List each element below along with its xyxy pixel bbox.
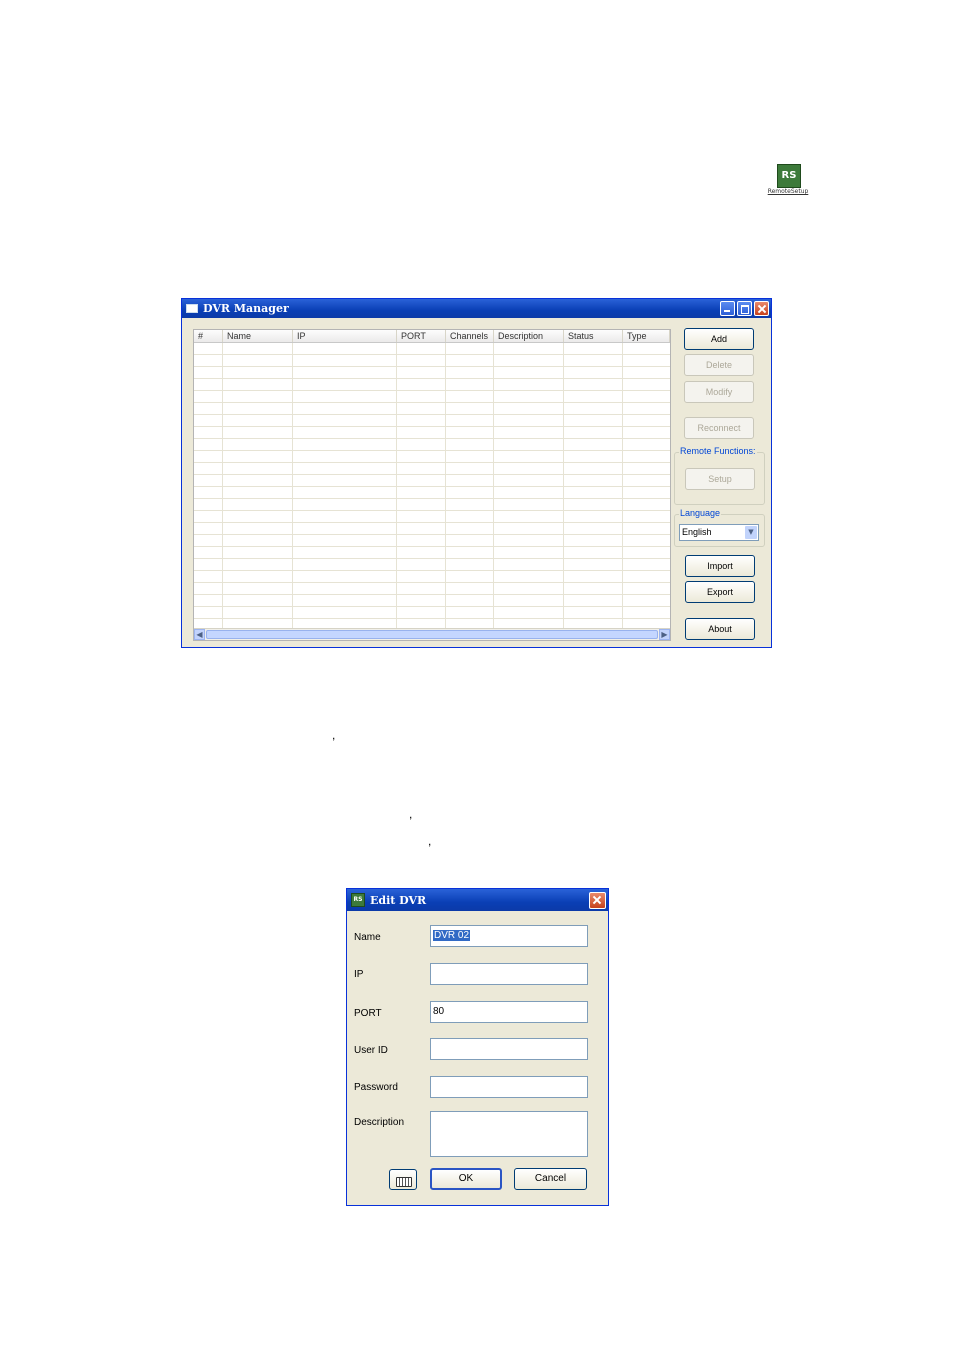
name-field[interactable]: DVR 02 bbox=[430, 925, 588, 947]
horizontal-scrollbar[interactable]: ◀ ▶ bbox=[194, 628, 670, 640]
ip-label: IP bbox=[354, 969, 364, 980]
column-header-port[interactable]: PORT bbox=[397, 330, 446, 342]
column-header-channels[interactable]: Channels bbox=[446, 330, 494, 342]
import-button[interactable]: Import bbox=[685, 555, 755, 577]
language-select[interactable]: English ▼ bbox=[679, 524, 759, 541]
user-id-label: User ID bbox=[354, 1045, 388, 1056]
ok-button[interactable]: OK bbox=[430, 1168, 502, 1190]
keyboard-icon bbox=[396, 1177, 412, 1187]
export-button[interactable]: Export bbox=[685, 581, 755, 603]
close-button[interactable] bbox=[589, 892, 606, 909]
password-label: Password bbox=[354, 1082, 398, 1093]
user-id-field[interactable] bbox=[430, 1038, 588, 1060]
port-field[interactable]: 80 bbox=[430, 1001, 588, 1023]
scroll-left-icon[interactable]: ◀ bbox=[194, 629, 205, 640]
remote-setup-icon: RS bbox=[777, 164, 801, 188]
chevron-down-icon[interactable]: ▼ bbox=[745, 526, 757, 539]
remote-setup-caption: RemoteSetup bbox=[767, 188, 809, 195]
name-value: DVR 02 bbox=[433, 930, 471, 941]
dvr-manager-titlebar[interactable]: DVR Manager bbox=[182, 299, 771, 318]
dvr-manager-window: DVR Manager # Name IP PORT Channels Desc… bbox=[181, 298, 772, 648]
text-comma: , bbox=[409, 807, 413, 821]
column-header-name[interactable]: Name bbox=[223, 330, 293, 342]
description-label: Description bbox=[354, 1117, 405, 1128]
reconnect-button[interactable]: Reconnect bbox=[684, 417, 754, 439]
description-field[interactable] bbox=[430, 1111, 588, 1157]
name-label: Name bbox=[354, 932, 381, 943]
language-select-value: English bbox=[682, 527, 712, 537]
cancel-button[interactable]: Cancel bbox=[514, 1168, 587, 1190]
setup-button[interactable]: Setup bbox=[685, 468, 755, 490]
add-button[interactable]: Add bbox=[684, 328, 754, 350]
rs-app-icon: RS bbox=[351, 893, 365, 907]
ip-field[interactable] bbox=[430, 963, 588, 985]
text-comma: , bbox=[428, 834, 432, 848]
scroll-right-icon[interactable]: ▶ bbox=[659, 629, 670, 640]
edit-dvr-titlebar[interactable]: RS Edit DVR bbox=[347, 889, 608, 911]
about-button[interactable]: About bbox=[685, 618, 755, 640]
maximize-button[interactable] bbox=[737, 301, 752, 316]
edit-dvr-dialog: RS Edit DVR Name DVR 02 IP PORT 80 User … bbox=[346, 888, 609, 1206]
virtual-keyboard-button[interactable] bbox=[389, 1169, 417, 1190]
column-header-description[interactable]: Description bbox=[494, 330, 564, 342]
remote-setup-desktop-icon[interactable]: RS RemoteSetup bbox=[764, 162, 812, 202]
column-header-status[interactable]: Status bbox=[564, 330, 623, 342]
language-label: Language bbox=[679, 508, 722, 518]
scrollbar-thumb[interactable] bbox=[206, 630, 658, 639]
column-header-ip[interactable]: IP bbox=[293, 330, 397, 342]
column-header-type[interactable]: Type bbox=[623, 330, 670, 342]
window-icon bbox=[186, 304, 198, 313]
dvr-list-header: # Name IP PORT Channels Description Stat… bbox=[194, 330, 670, 343]
minimize-button[interactable] bbox=[720, 301, 735, 316]
remote-functions-label: Remote Functions: bbox=[679, 446, 757, 456]
dvr-manager-title: DVR Manager bbox=[203, 302, 289, 315]
edit-dvr-title: Edit DVR bbox=[370, 893, 427, 907]
dvr-list-rows bbox=[194, 343, 670, 628]
text-comma: , bbox=[332, 728, 336, 742]
dvr-list[interactable]: # Name IP PORT Channels Description Stat… bbox=[193, 329, 671, 641]
delete-button[interactable]: Delete bbox=[684, 354, 754, 376]
port-label: PORT bbox=[354, 1008, 382, 1019]
password-field[interactable] bbox=[430, 1076, 588, 1098]
column-header-number[interactable]: # bbox=[194, 330, 223, 342]
modify-button[interactable]: Modify bbox=[684, 381, 754, 403]
close-button[interactable] bbox=[754, 301, 769, 316]
